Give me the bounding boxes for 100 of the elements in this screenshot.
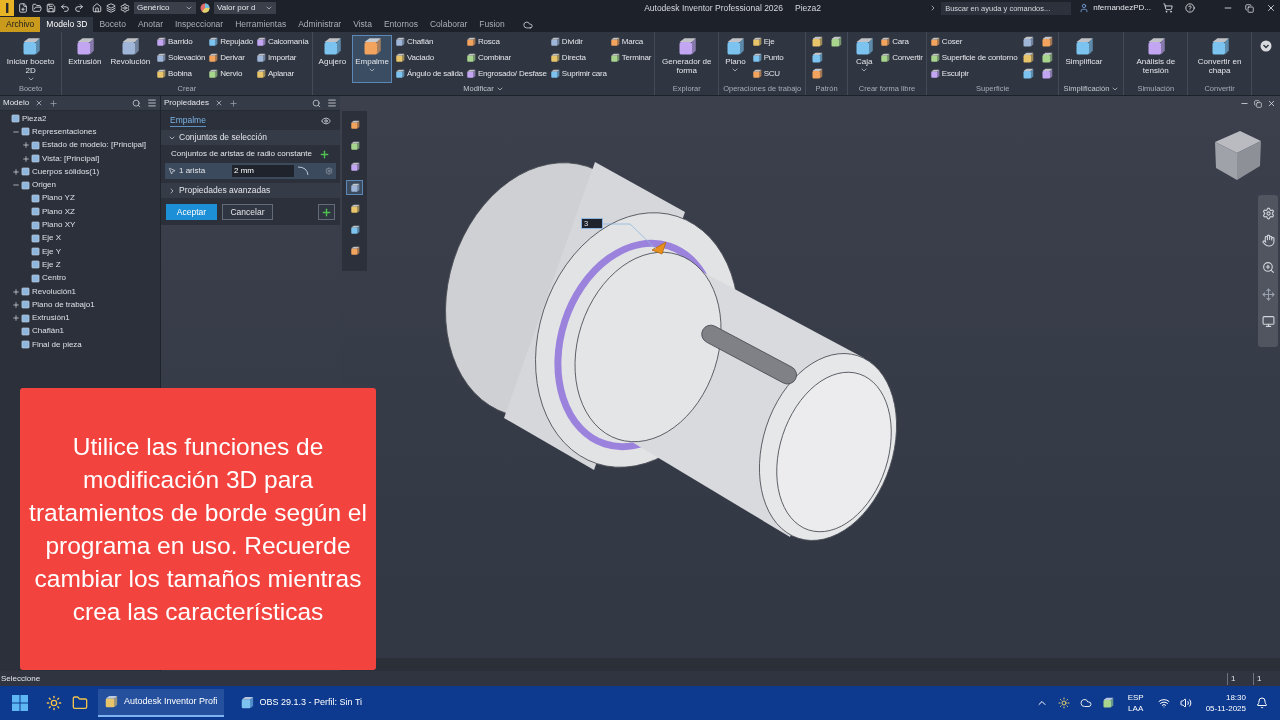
section-header[interactable]: Propiedades avanzadas <box>161 183 340 198</box>
ribbon-tab[interactable]: Administrar <box>292 17 348 32</box>
ribbon-button[interactable]: Nervio <box>208 67 253 81</box>
help-icon[interactable] <box>1185 3 1195 13</box>
ribbon-button[interactable]: Agujero <box>315 35 350 83</box>
toolbar-icon[interactable] <box>74 3 84 13</box>
tree-item[interactable]: Final de pieza <box>21 338 82 351</box>
start-icon[interactable] <box>12 695 28 711</box>
ribbon-tab[interactable]: Fusion <box>473 17 511 32</box>
ribbon-button[interactable]: Plano <box>722 35 749 83</box>
ribbon-button[interactable]: Repujado <box>208 35 253 49</box>
ribbon-button[interactable]: Combinar <box>465 51 547 65</box>
ribbon-button[interactable]: Análisis de tensión <box>1127 35 1185 83</box>
panel-tab[interactable]: Modelo <box>0 97 33 109</box>
options-icon[interactable] <box>1260 40 1272 52</box>
input-language[interactable]: ESP <box>1127 692 1144 703</box>
tree-item[interactable]: Eje Y <box>31 245 61 258</box>
taskbar-app[interactable]: OBS 29.1.3 - Perfil: Sin Ti <box>233 689 369 717</box>
search-icon[interactable] <box>132 98 141 108</box>
expand-icon[interactable] <box>12 314 20 323</box>
ribbon-button[interactable]: Bobina <box>156 67 206 81</box>
close-icon[interactable] <box>1266 3 1276 13</box>
user-icon[interactable] <box>1079 3 1090 13</box>
app-logo-icon[interactable] <box>0 0 14 16</box>
selection-tool-button[interactable] <box>346 180 363 195</box>
tree-item[interactable]: Plano XY <box>31 219 76 231</box>
section-header[interactable]: Conjuntos de selección <box>161 130 340 145</box>
cancel-button[interactable]: Cancelar <box>222 204 273 220</box>
ribbon-button[interactable]: Terminar <box>609 51 652 65</box>
ribbon-tab[interactable]: Herramientas <box>229 17 293 32</box>
add-tab-icon[interactable] <box>228 98 238 108</box>
ribbon-button[interactable]: Generador de forma <box>658 35 716 83</box>
ribbon-button[interactable]: Cara <box>880 35 923 49</box>
add-icon[interactable] <box>319 148 330 160</box>
clock-date[interactable]: 05-11-2025 <box>1205 703 1246 714</box>
close-icon[interactable] <box>1267 99 1276 108</box>
toolbar-icon[interactable] <box>120 3 130 13</box>
ribbon-tab[interactable]: Colaborar <box>423 17 474 32</box>
toolbar-icon[interactable] <box>60 3 70 13</box>
ribbon-button[interactable]: Importar <box>255 51 309 65</box>
ribbon-button[interactable]: Convertir <box>880 51 923 65</box>
ribbon-button[interactable]: Eje <box>751 35 784 49</box>
cloud-icon[interactable] <box>522 20 533 30</box>
tree-item[interactable]: Plano de trabajo1 <box>21 298 95 311</box>
pan-icon[interactable] <box>1261 234 1275 247</box>
menu-icon[interactable] <box>327 98 337 108</box>
expand-icon[interactable] <box>12 300 20 309</box>
edge-set-row[interactable]: 1 arista 2 mm <box>165 163 336 179</box>
ribbon-tab[interactable]: Inspeccionar <box>168 17 230 32</box>
visibility-icon[interactable] <box>321 115 331 126</box>
view-icon[interactable] <box>1261 315 1275 328</box>
ribbon-button[interactable]: Vaciado <box>395 51 463 65</box>
ribbon-button[interactable]: SCU <box>751 67 784 81</box>
ribbon-button[interactable]: Derivar <box>208 51 253 65</box>
ribbon-button[interactable]: Marca <box>609 35 652 49</box>
ribbon-button[interactable]: Extrusión <box>65 35 105 83</box>
ribbon-button[interactable]: Coser <box>929 35 1018 49</box>
style-dropdown[interactable]: Genérico <box>134 2 196 14</box>
ribbon-button[interactable]: Barrido <box>156 35 206 49</box>
home-icon[interactable] <box>92 3 102 13</box>
ribbon-tab[interactable]: Boceto <box>93 17 132 32</box>
tree-item[interactable]: Plano YZ <box>31 192 75 205</box>
toolbar-icon[interactable] <box>106 3 116 13</box>
toolbar-icon[interactable] <box>32 3 42 13</box>
tree-item[interactable]: Revolución1 <box>21 285 77 298</box>
toolbar-icon[interactable] <box>46 3 56 13</box>
tree-item[interactable]: Eje Z <box>31 258 61 271</box>
close-icon[interactable] <box>214 99 223 107</box>
ribbon-button[interactable]: Rosca <box>465 35 547 49</box>
search-icon[interactable] <box>312 98 321 108</box>
expand-icon[interactable] <box>12 167 20 176</box>
ribbon-button[interactable]: Calcomanía <box>255 35 309 49</box>
menu-icon[interactable] <box>147 98 157 108</box>
feature-title[interactable]: Empalme <box>170 113 206 128</box>
folder-icon[interactable] <box>72 695 88 711</box>
ribbon-tab[interactable]: Archivo <box>0 17 41 32</box>
ribbon-button[interactable]: Esculpir <box>929 67 1018 81</box>
ribbon-button[interactable]: Chaflán <box>395 35 463 49</box>
zoom-icon[interactable] <box>1261 261 1275 274</box>
ribbon-button[interactable]: Suprimir cara <box>549 67 607 81</box>
tree-item[interactable]: Vista: [Principal] <box>31 152 100 165</box>
cart-icon[interactable] <box>1163 3 1173 13</box>
color-wheel-icon[interactable] <box>200 3 210 13</box>
ribbon-button[interactable]: Iniciar boceto 2D <box>3 35 59 83</box>
restore-icon[interactable] <box>1245 3 1254 13</box>
tree-item[interactable]: Estado de modelo: [Principal] <box>31 139 147 152</box>
ok-button[interactable]: Aceptar <box>166 204 217 220</box>
tree-item[interactable]: Cuerpos sólidos(1) <box>21 165 100 178</box>
ribbon-button[interactable]: Revolución <box>107 35 154 83</box>
tree-item[interactable]: Centro <box>31 272 66 285</box>
toolbar-icon[interactable] <box>18 3 28 13</box>
tree-item[interactable]: Eje X <box>31 232 62 245</box>
tree-item[interactable]: Plano XZ <box>31 205 75 218</box>
widget-icon[interactable] <box>46 695 62 711</box>
close-icon[interactable] <box>35 99 44 107</box>
ribbon-button[interactable]: Solevación <box>156 51 206 65</box>
network-icon[interactable] <box>1157 697 1170 709</box>
apply-button[interactable] <box>318 204 335 220</box>
cloud-icon[interactable] <box>1079 697 1092 709</box>
ribbon-button[interactable]: Aplanar <box>255 67 309 81</box>
